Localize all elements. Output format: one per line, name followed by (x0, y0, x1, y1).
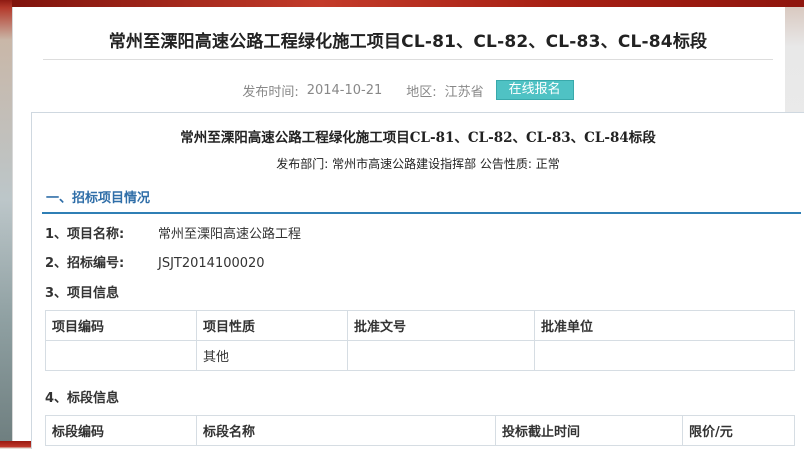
col-project-code: 项目编码 (45, 310, 197, 341)
table-header-row: 项目编码 项目性质 批准文号 批准单位 (45, 310, 795, 341)
region-value: 江苏省 (444, 84, 484, 100)
top-decor-band (0, 0, 804, 7)
col-bid-deadline: 投标截止时间 (495, 415, 683, 446)
col-price-limit: 限价/元 (682, 415, 795, 446)
section-info-table: 标段编码 标段名称 投标截止时间 限价/元 (45, 415, 795, 446)
table-row: 其他 (45, 340, 795, 371)
bid-number-value: JSJT2014100020 (158, 256, 265, 271)
bid-number-row: 2、招标编号: JSJT2014100020 (45, 252, 265, 271)
publish-label: 发布时间: (242, 84, 299, 100)
col-section-name: 标段名称 (196, 415, 496, 446)
cell-project-code (45, 340, 197, 371)
cell-approval-no (347, 340, 535, 371)
document-title: 常州至溧阳高速公路工程绿化施工项目CL-81、CL-82、CL-83、CL-84… (180, 130, 656, 146)
project-info-table: 项目编码 项目性质 批准文号 批准单位 其他 (45, 310, 795, 371)
region-label: 地区: (406, 84, 437, 100)
col-approval-unit: 批准单位 (534, 310, 795, 341)
col-project-nature: 项目性质 (196, 310, 348, 341)
section-info-heading: 4、标段信息 (45, 391, 120, 406)
col-approval-no: 批准文号 (347, 310, 535, 341)
col-section-code: 标段编码 (45, 415, 197, 446)
left-decor-strip (0, 0, 12, 441)
meta-bar: 发布时间: 2014-10-21 地区: 江苏省 在线报名 (43, 79, 773, 101)
cell-project-nature: 其他 (196, 340, 348, 371)
project-info-heading: 3、项目信息 (45, 286, 120, 301)
publish-date: 2014-10-21 (306, 82, 383, 98)
project-name-value: 常州至溧阳高速公路工程 (158, 227, 302, 242)
online-enroll-button[interactable]: 在线报名 (495, 80, 574, 100)
cell-approval-unit (534, 340, 795, 371)
project-name-row: 1、项目名称: 常州至溧阳高速公路工程 (45, 223, 301, 242)
page-title: 常州至溧阳高速公路工程绿化施工项目CL-81、CL-82、CL-83、CL-84… (108, 32, 708, 52)
section-heading-bid-info: 一、招标项目情况 (42, 188, 801, 214)
document-subtitle: 发布部门: 常州市高速公路建设指挥部 公告性质: 正常 (276, 157, 560, 171)
bid-number-label: 2、招标编号: (45, 256, 125, 271)
title-divider (43, 59, 773, 60)
announcement-document: 常州至溧阳高速公路工程绿化施工项目CL-81、CL-82、CL-83、CL-84… (31, 112, 804, 449)
table-header-row: 标段编码 标段名称 投标截止时间 限价/元 (45, 415, 795, 446)
content-panel: 常州至溧阳高速公路工程绿化施工项目CL-81、CL-82、CL-83、CL-84… (12, 7, 804, 449)
project-name-label: 1、项目名称: (45, 227, 125, 242)
